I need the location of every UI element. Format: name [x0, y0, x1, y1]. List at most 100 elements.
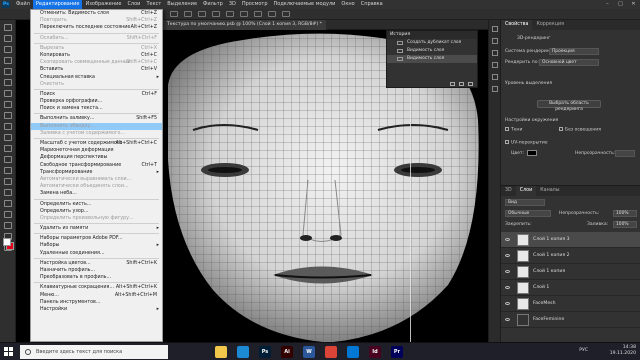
edit-menu-item[interactable]: Скопировать совмещенные данные Shift+Ctrl… — [31, 59, 162, 66]
word-icon[interactable]: W — [303, 346, 315, 358]
visibility-eye-icon[interactable] — [505, 302, 510, 305]
explorer-icon[interactable] — [215, 346, 227, 358]
align-right-icon[interactable] — [198, 11, 206, 17]
tab-layers[interactable]: Слои — [515, 186, 537, 196]
tab-3d[interactable]: 3D — [501, 186, 516, 196]
pen-tool-icon[interactable] — [3, 189, 12, 196]
edit-menu-item[interactable]: Отменить: Видимость слоя Ctrl+Z — [31, 10, 162, 17]
shadows-checkbox[interactable]: Тени — [505, 127, 522, 133]
edit-menu-item[interactable]: Выполнить заливку... Shift+F5 — [31, 115, 162, 122]
document-tab[interactable]: Текстура по умолчанию.psb @ 100% (Слой 1… — [163, 20, 326, 30]
indesign-icon[interactable]: Id — [369, 346, 381, 358]
trash-icon[interactable] — [468, 81, 473, 86]
history-state[interactable]: Видимость слоя — [387, 55, 477, 63]
menu-item[interactable]: Выделение — [164, 0, 200, 9]
menu-item[interactable]: Изображение — [82, 0, 124, 9]
distribute-icon[interactable] — [212, 11, 220, 17]
type-tool-icon[interactable] — [3, 200, 12, 207]
eraser-tool-icon[interactable] — [3, 145, 12, 152]
edit-menu-item[interactable]: Наборы ▸ — [31, 242, 162, 249]
taskbar-search-box[interactable]: Введите здесь текст для поиска — [20, 345, 168, 359]
premiere-icon[interactable]: Pr — [391, 346, 403, 358]
edit-menu-item[interactable]: Повторить Shift+Ctrl+Z — [31, 17, 162, 24]
edit-menu-item[interactable]: Наборы параметров Adobe PDF... — [31, 235, 162, 242]
menu-item[interactable]: Просмотр — [239, 0, 271, 9]
mail-icon[interactable] — [347, 346, 359, 358]
maximize-button[interactable]: □ — [614, 0, 627, 9]
character-icon[interactable] — [491, 86, 498, 92]
edit-menu-item[interactable]: Замена неба... — [31, 190, 162, 197]
move-tool-icon[interactable] — [3, 24, 12, 31]
uv-overlay-checkbox[interactable]: UV-перекрытие — [505, 140, 548, 146]
edge-icon[interactable] — [237, 346, 249, 358]
edit-menu-item[interactable]: Масштаб с учетом содержимого Alt+Shift+Ct… — [31, 140, 162, 147]
menu-item[interactable]: Окно — [338, 0, 357, 9]
edit-menu-item[interactable]: Свободное трансформирование Ctrl+T — [31, 162, 162, 169]
3d-rotate-icon[interactable] — [268, 11, 276, 17]
render-for-select[interactable]: Основной цвет — [539, 59, 599, 66]
history-state[interactable]: Создать дубликат слоя — [387, 39, 477, 47]
gradient-tool-icon[interactable] — [3, 156, 12, 163]
history-panel-icon[interactable] — [491, 26, 498, 32]
edit-menu-item[interactable]: Назначить профиль... — [31, 267, 162, 274]
align-left-icon[interactable] — [170, 11, 178, 17]
paragraph-icon[interactable] — [491, 74, 498, 80]
edit-menu-item[interactable]: Вставить Ctrl+V — [31, 66, 162, 73]
edit-menu-item[interactable]: Удаленные соединения... — [31, 250, 162, 257]
layer-row[interactable]: FaceFeminine — [501, 312, 640, 328]
edit-menu-item[interactable]: Марионеточная деформация — [31, 147, 162, 154]
foreground-color-swatch[interactable] — [3, 238, 11, 246]
blend-mode-select[interactable]: Обычные — [505, 210, 551, 217]
edit-menu-item[interactable]: Настройка цветов... Shift+Ctrl+K — [31, 260, 162, 267]
edit-menu-item[interactable]: Ослабить... Shift+Ctrl+F — [31, 35, 162, 42]
edit-menu-item[interactable]: Клавиатурные сокращения... Alt+Shift+Ctrl… — [31, 284, 162, 291]
menu-item[interactable]: Текст — [143, 0, 164, 9]
healing-brush-tool-icon[interactable] — [3, 101, 12, 108]
3d-mode-icon[interactable] — [254, 11, 262, 17]
menu-item[interactable]: Фильтр — [200, 0, 226, 9]
edit-menu-item[interactable]: Вырезать Ctrl+X — [31, 45, 162, 52]
edit-menu-item[interactable]: Поиск Ctrl+F — [31, 91, 162, 98]
camera-icon[interactable] — [459, 81, 464, 86]
edit-menu-item[interactable]: Настройки ▸ — [31, 306, 162, 313]
photoshop-icon[interactable]: Ps — [259, 346, 271, 358]
frame-tool-icon[interactable] — [3, 79, 12, 86]
tab-properties[interactable]: Свойства — [501, 20, 533, 30]
info-panel-icon[interactable] — [491, 50, 498, 56]
snapshot-icon[interactable] — [450, 81, 455, 86]
close-button[interactable]: ✕ — [627, 0, 640, 9]
language-indicator[interactable]: РУС — [579, 348, 588, 354]
chrome-icon[interactable] — [325, 346, 337, 358]
edit-menu-item[interactable]: Определить кисть... — [31, 201, 162, 208]
brush-tool-icon[interactable] — [3, 112, 12, 119]
history-brush-tool-icon[interactable] — [3, 134, 12, 141]
brush-settings-icon[interactable] — [491, 62, 498, 68]
eyedropper-tool-icon[interactable] — [3, 90, 12, 97]
edit-menu-item[interactable]: Панель инструментов... — [31, 299, 162, 306]
photoshop-logo[interactable]: Ps — [2, 1, 10, 8]
edit-menu-item[interactable]: Определить узор... — [31, 208, 162, 215]
tab-adjustments[interactable]: Коррекция — [532, 20, 568, 30]
marquee-tool-icon[interactable] — [3, 35, 12, 42]
visibility-eye-icon[interactable] — [505, 238, 510, 241]
layer-fill-field[interactable]: 100% — [613, 221, 637, 228]
menu-item[interactable]: Слои — [124, 0, 143, 9]
edit-menu-item[interactable]: Удалить из памяти ▸ — [31, 225, 162, 232]
edit-menu-item[interactable]: Меню... Alt+Shift+Ctrl+M — [31, 292, 162, 299]
menu-item[interactable]: Редактирование — [32, 0, 83, 9]
clone-stamp-tool-icon[interactable] — [3, 123, 12, 130]
edit-menu-item[interactable]: Деформация перспективы — [31, 154, 162, 161]
edit-menu-item[interactable]: Специальная вставка ▸ — [31, 74, 162, 81]
blur-tool-icon[interactable] — [3, 167, 12, 174]
align-center-icon[interactable] — [184, 11, 192, 17]
edit-menu-item[interactable]: Выполнить обводку... — [31, 122, 162, 130]
lasso-tool-icon[interactable] — [3, 46, 12, 53]
edit-menu-item[interactable]: Автоматически объединять слои... — [31, 183, 162, 190]
visibility-eye-icon[interactable] — [505, 254, 510, 257]
layer-row[interactable]: Слой 1 копия 3 — [501, 232, 640, 248]
no-lighting-checkbox[interactable]: Без освещения — [559, 127, 601, 133]
edit-menu-item[interactable]: Поиск и замена текста... — [31, 105, 162, 112]
edit-menu-item[interactable]: Преобразовать в профиль... — [31, 274, 162, 281]
align-bottom-icon[interactable] — [240, 11, 248, 17]
uv-opacity-field[interactable] — [615, 150, 635, 157]
